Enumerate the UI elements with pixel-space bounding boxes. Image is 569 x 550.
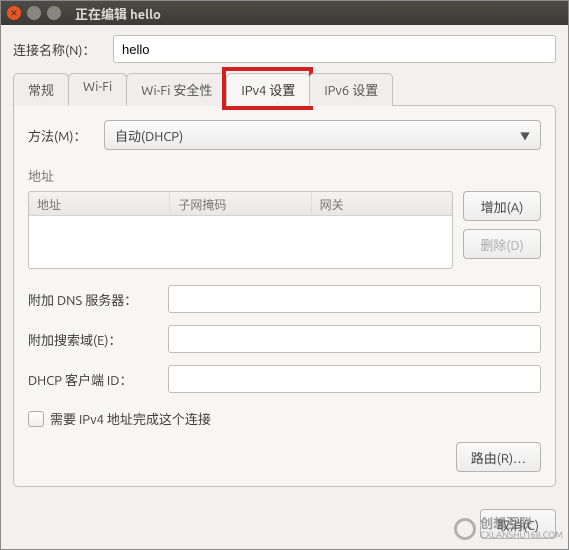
connection-name-input[interactable] <box>113 35 556 63</box>
search-label: 附加搜索域(E)： <box>28 330 168 349</box>
tab-ipv4-settings[interactable]: IPv4 设置 <box>226 73 310 106</box>
col-netmask: 子网掩码 <box>170 192 311 215</box>
connection-name-row: 连接名称(N)： <box>13 35 556 63</box>
search-input[interactable] <box>168 325 541 353</box>
tab-general[interactable]: 常规 <box>13 73 69 106</box>
tabs: 常规 Wi-Fi Wi-Fi 安全性 IPv4 设置 IPv6 设置 <box>13 73 556 106</box>
chevron-down-icon: ▼ <box>520 128 530 143</box>
maximize-icon[interactable] <box>47 6 61 20</box>
method-row: 方法(M)： 自动(DHCP) ▼ <box>28 120 541 150</box>
connection-name-label: 连接名称(N)： <box>13 40 113 59</box>
tab-wifi[interactable]: Wi-Fi <box>68 73 127 106</box>
address-buttons: 增加(A) 删除(D) <box>463 191 541 269</box>
routes-row: 路由(R)… <box>28 442 541 472</box>
tab-wifi-security[interactable]: Wi-Fi 安全性 <box>126 73 227 106</box>
address-table[interactable]: 地址 子网掩码 网关 <box>28 191 453 269</box>
dhcp-row: DHCP 客户端 ID： <box>28 365 541 393</box>
routes-button[interactable]: 路由(R)… <box>456 442 541 472</box>
method-label: 方法(M)： <box>28 126 104 145</box>
minimize-icon[interactable] <box>27 6 41 20</box>
cancel-button[interactable]: 取消(C) <box>480 509 556 539</box>
dns-row: 附加 DNS 服务器： <box>28 285 541 313</box>
dns-label: 附加 DNS 服务器： <box>28 290 168 309</box>
method-selected: 自动(DHCP) <box>115 126 183 145</box>
dns-input[interactable] <box>168 285 541 313</box>
window-title: 正在编辑 hello <box>75 4 161 23</box>
require-label: 需要 IPv4 地址完成这个连接 <box>50 409 211 428</box>
require-checkbox[interactable] <box>28 411 44 427</box>
tab-ipv6-settings[interactable]: IPv6 设置 <box>309 73 393 106</box>
col-gateway: 网关 <box>312 192 452 215</box>
titlebar: ✕ 正在编辑 hello <box>1 1 568 25</box>
address-area: 地址 子网掩码 网关 增加(A) 删除(D) <box>28 191 541 269</box>
address-table-head: 地址 子网掩码 网关 <box>29 192 452 216</box>
search-row: 附加搜索域(E)： <box>28 325 541 353</box>
dhcp-input[interactable] <box>168 365 541 393</box>
dhcp-label: DHCP 客户端 ID： <box>28 370 168 389</box>
address-section-label: 地址 <box>28 166 541 185</box>
close-icon[interactable]: ✕ <box>7 6 21 20</box>
require-row: 需要 IPv4 地址完成这个连接 <box>28 409 541 428</box>
method-dropdown[interactable]: 自动(DHCP) ▼ <box>104 120 541 150</box>
col-address: 地址 <box>29 192 170 215</box>
content-area: 连接名称(N)： 常规 Wi-Fi Wi-Fi 安全性 IPv4 设置 IPv6… <box>1 25 568 499</box>
editor-window: ✕ 正在编辑 hello 连接名称(N)： 常规 Wi-Fi Wi-Fi 安全性… <box>0 0 569 550</box>
ipv4-panel: 方法(M)： 自动(DHCP) ▼ 地址 地址 子网掩码 网关 增加(A) <box>13 105 556 487</box>
add-button[interactable]: 增加(A) <box>463 191 541 221</box>
footer: 取消(C) <box>1 499 568 549</box>
delete-button[interactable]: 删除(D) <box>463 229 541 259</box>
